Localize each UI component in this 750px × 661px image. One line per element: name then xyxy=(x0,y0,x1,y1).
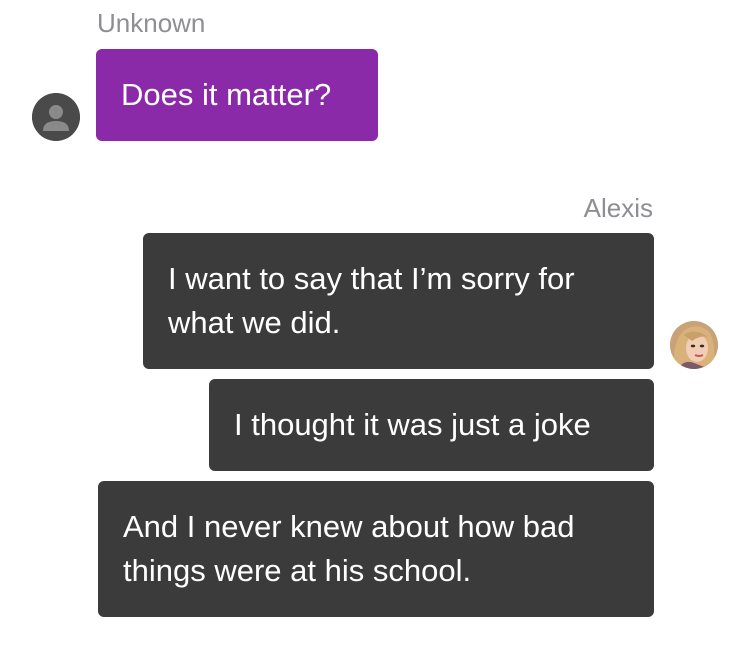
sender-label-alexis: Alexis xyxy=(583,193,653,223)
message-bubble-alexis-2: I thought it was just a joke xyxy=(209,379,654,471)
unknown-avatar-icon xyxy=(32,93,80,141)
alexis-avatar-icon xyxy=(670,321,718,369)
character-portrait-icon xyxy=(670,321,718,369)
person-placeholder-icon xyxy=(32,93,80,141)
message-bubble-alexis-1: I want to say that I’m sorry for what we… xyxy=(143,233,654,369)
message-bubble-alexis-3: And I never knew about how bad things we… xyxy=(98,481,654,617)
message-bubble-unknown-1: Does it matter? xyxy=(96,49,378,141)
sender-label-unknown: Unknown xyxy=(97,8,206,38)
